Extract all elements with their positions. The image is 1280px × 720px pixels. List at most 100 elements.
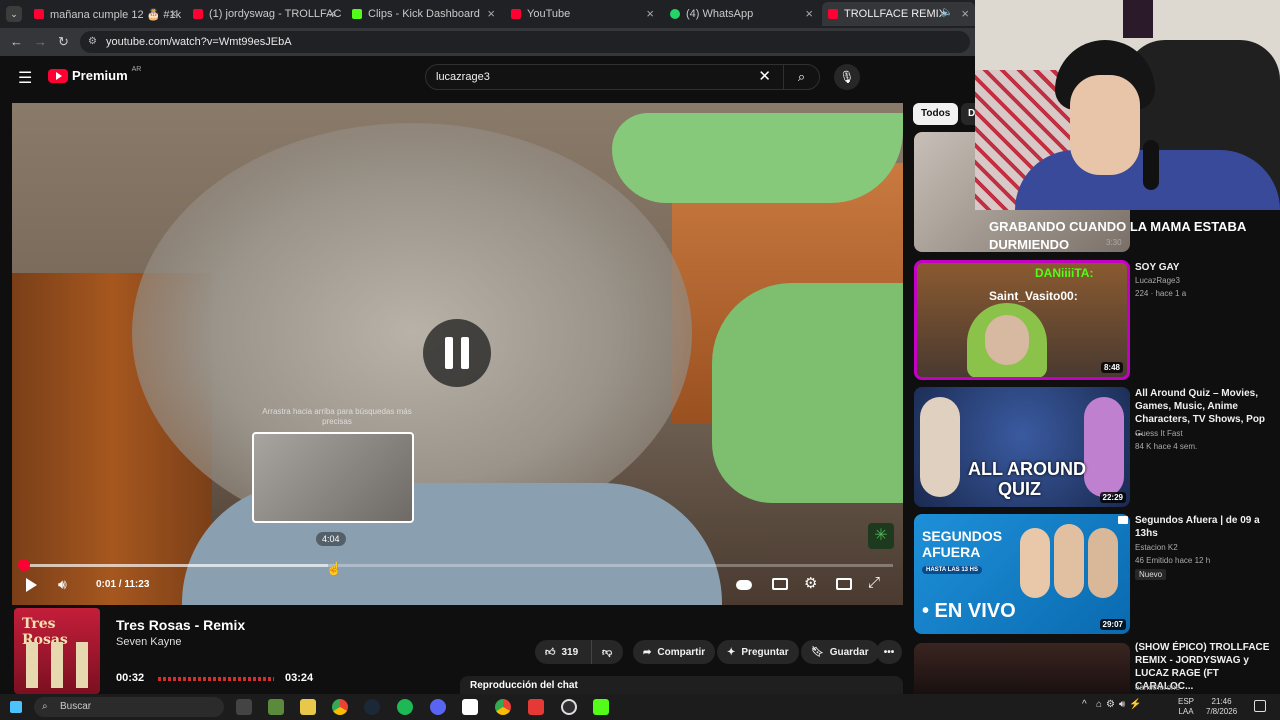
speaker-icon[interactable]: 🔈 [941,7,953,18]
tab-search-chevron-icon[interactable]: ⌄ [6,6,22,22]
clock-date: 7/8/2026 [1206,707,1238,716]
play-button[interactable] [26,578,37,592]
chrome-icon[interactable] [332,699,348,715]
kick-icon[interactable] [593,699,609,715]
youtube-logo[interactable]: Premium AR [48,66,142,83]
tab-item[interactable]: mañana cumple 12 🎂 #1k #m × [28,2,183,26]
task-view-icon[interactable] [236,699,252,715]
close-icon[interactable]: × [328,6,336,21]
reload-icon[interactable]: ↻ [58,34,69,50]
tab-item[interactable]: YouTube × [505,2,660,26]
video-duration: 22:29 [1099,492,1126,503]
pause-overlay-button[interactable] [423,319,491,387]
file-explorer-icon[interactable] [300,699,316,715]
tab-item[interactable]: Clips - Kick Dashboard × [346,2,501,26]
music-time-current: 00:32 [116,672,145,684]
tab-item[interactable]: (4) WhatsApp × [664,2,819,26]
share-button[interactable]: ➦ Compartir [633,640,716,664]
recommendation-channel[interactable]: oanotherone [1135,683,1180,692]
back-arrow-icon[interactable]: ← [10,34,23,49]
chrome-active-icon[interactable] [495,699,511,715]
autoplay-toggle-icon[interactable] [736,580,752,590]
close-icon[interactable]: × [487,6,495,21]
record-app-icon[interactable] [528,699,544,715]
recommendation-channel[interactable]: LucazRage3 [1135,276,1180,285]
close-icon[interactable]: × [646,6,654,21]
close-icon[interactable]: × [169,6,177,21]
spotify-icon[interactable] [397,699,413,715]
more-icon: ••• [883,646,895,658]
language-code: ESP [1178,697,1195,706]
clear-search-icon[interactable]: ✕ [758,65,771,89]
progress-bar-track[interactable] [17,559,893,571]
tab-item-active[interactable]: TROLLFACE REMIX (docum 🔈 × [822,2,975,26]
recommendation-channel[interactable]: Guess It Fast [1135,429,1183,438]
settings-icon[interactable]: ⚙ [804,574,817,592]
chip-todos[interactable]: Todos [913,103,959,125]
search-button[interactable]: ⌕ [783,64,819,90]
menu-icon[interactable]: ☰ [18,68,32,88]
obs-icon[interactable] [561,699,577,715]
voice-search-button[interactable]: 🎙 [834,64,860,90]
chat-replay-panel[interactable]: Reproducción del chat [460,676,903,694]
discord-icon[interactable] [430,699,446,715]
album-art: Tres Rosas [14,608,100,694]
share-label: Compartir [657,646,706,658]
tray-icons[interactable]: ⌂⚙🔊︎⚡ [1096,699,1146,710]
progress-scrubber-handle[interactable] [17,559,30,571]
recommendation-thumbnail[interactable]: SEGUNDOS AFUERA HASTA LAS 13 HS • EN VIV… [914,514,1130,634]
steam-icon[interactable] [364,699,380,715]
youtube-favicon-icon [34,9,44,19]
overlay-text: • EN VIVO [922,600,1016,622]
thumbs-down-icon: 👎︎ [602,647,613,658]
save-button[interactable]: 🔖︎ Guardar [801,640,879,664]
overlay-text: DANiiiiTA: [1035,266,1094,280]
taskbar-search-input[interactable]: ⌕ Buscar [34,697,224,717]
tab-label: (4) WhatsApp [686,8,754,20]
more-actions-button[interactable]: ••• [876,640,902,664]
country-code: AR [131,66,142,73]
start-button[interactable] [10,701,22,713]
widgets-icon[interactable] [268,699,284,715]
tray-chevron-icon[interactable]: ^ [1082,699,1087,710]
address-bar: ← → ↻ ⚙ youtube.com/watch?v=Wmt99esJEbA [0,28,975,56]
recommendation-thumbnail[interactable]: ALL AROUND QUIZ 22:29 [914,387,1130,507]
dislike-button[interactable]: 👎︎ [591,640,623,664]
search-input[interactable]: lucazrage3 ✕ ⌕ [425,64,820,90]
sparkle-icon: ✦ [727,646,736,658]
site-info-icon[interactable]: ⚙ [88,31,97,53]
recommendation-title[interactable]: SOY GAY [1135,261,1275,274]
tab-label: YouTube [527,8,571,20]
thumbs-up-icon: 👍︎ [545,647,556,658]
chip-item[interactable]: D [961,103,975,125]
youtube-header: ☰ Premium AR lucazrage3 ✕ ⌕ 🎙 [0,56,975,98]
browser-tab-bar: ⌄ mañana cumple 12 🎂 #1k #m × (1) jordys… [0,0,975,28]
like-button[interactable]: 👍︎ 319 [535,640,591,664]
fullscreen-icon[interactable]: ⤢ [868,574,880,591]
close-icon[interactable]: × [961,6,969,21]
video-player[interactable]: Arrastra hacia arriba para búsquedas más… [12,103,903,605]
close-icon[interactable]: × [805,6,813,21]
volume-icon[interactable]: 🔊︎ [58,576,67,593]
taskbar-search-placeholder: Buscar [60,701,92,712]
language-indicator[interactable]: ESP LAA [1178,697,1194,717]
recommendation-thumbnail[interactable]: DANiiiiTA: Saint_Vasito00: 8:48 [914,260,1130,380]
windows-taskbar: ⌕ Buscar ^ ⌂⚙🔊︎⚡ ESP LAA 21:46 7/8/2026 [0,694,1280,720]
recommendation-channel[interactable]: Estacion K2 [1135,543,1178,552]
tab-item[interactable]: (1) jordyswag - TROLLFACE REM × [187,2,342,26]
webcam-poster [1123,0,1153,38]
recommendation-title[interactable]: GRABANDO CUANDO LA MAMA ESTABA DURMIENDO [989,218,1259,254]
forward-arrow-icon[interactable]: → [34,34,47,49]
youtube-favicon-icon [193,9,203,19]
recommendation-thumbnail[interactable] [914,643,1130,694]
notification-icon[interactable] [1254,700,1266,712]
theater-mode-icon[interactable] [836,578,852,590]
recommendation-title[interactable]: Segundos Afuera | de 09 a 13hs [1135,514,1275,540]
subtitles-icon[interactable] [772,578,788,590]
cannabis-leaf-icon: ✳ [868,523,894,549]
url-field[interactable]: ⚙ youtube.com/watch?v=Wmt99esJEbA [80,31,970,53]
webcam-overlay [975,0,1280,210]
capcut-icon[interactable] [462,699,478,715]
clock[interactable]: 21:46 7/8/2026 [1206,697,1237,717]
ask-button[interactable]: ✦ Preguntar [717,640,799,664]
